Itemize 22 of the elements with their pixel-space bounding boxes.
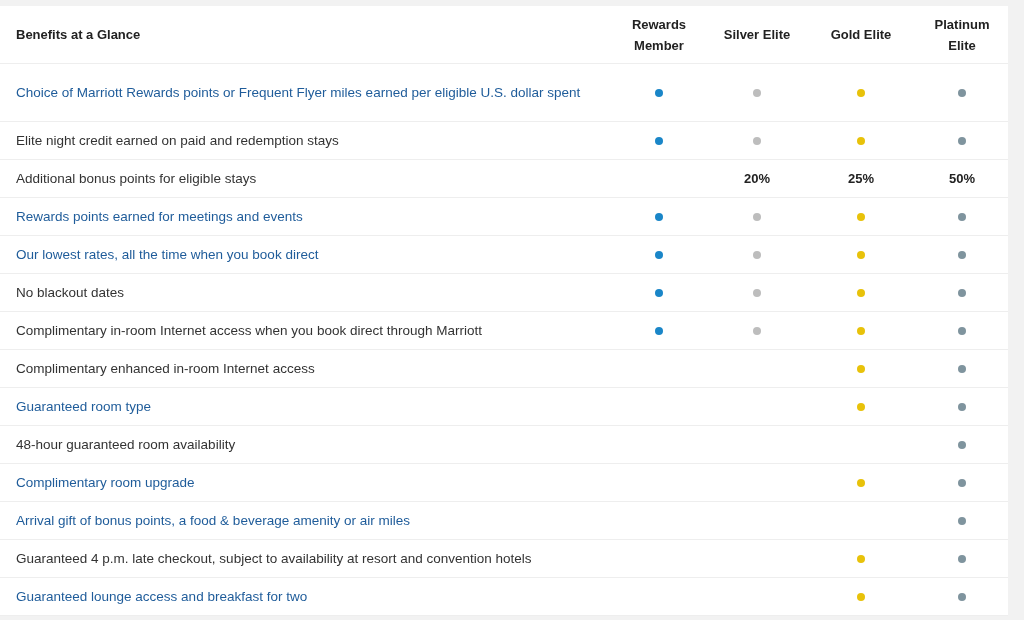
benefit-label: Elite night credit earned on paid and redemption stays: [16, 131, 340, 150]
benefit-label: Complimentary enhanced in-room Internet access: [16, 359, 316, 378]
benefit-link[interactable]: Arrival gift of bonus points, a food & beverage amenity or air miles: [16, 509, 610, 532]
column-header: Rewards Member: [630, 15, 688, 55]
benefit-label: Additional bonus points for eligible stays: [16, 169, 258, 188]
column-header: Gold Elite: [829, 26, 893, 44]
benefit-link[interactable]: Our lowest rates, all the time when you book direct: [16, 243, 610, 266]
benefit-link[interactable]: Guaranteed room type: [16, 395, 610, 418]
benefit-label: Complimentary in-room Internet access when you book direct through Marriott: [16, 321, 483, 340]
benefit-link[interactable]: Rewards points earned for meetings and events: [16, 205, 610, 228]
bonus-percentage: 50%: [949, 169, 975, 188]
benefit-link[interactable]: Choice of Marriott Rewards points or Frequent Flyer miles earned per eligible U.S. dollar spent: [16, 81, 610, 104]
benefit-link[interactable]: Complimentary room upgrade: [16, 471, 610, 494]
bonus-percentage: 25%: [848, 169, 874, 188]
table-title: Benefits at a Glance: [16, 25, 142, 44]
column-header: Silver Elite: [722, 26, 792, 44]
column-header: Platinum Elite: [933, 15, 991, 55]
benefit-label: No blackout dates: [16, 283, 126, 302]
benefit-link[interactable]: Guaranteed lounge access and breakfast for two: [16, 585, 610, 608]
benefit-label: 48-hour guaranteed room availability: [16, 435, 237, 454]
bonus-percentage: 20%: [744, 169, 770, 188]
benefit-label: Guaranteed 4 p.m. late checkout, subject to availability at resort and convention hotels: [16, 549, 533, 568]
